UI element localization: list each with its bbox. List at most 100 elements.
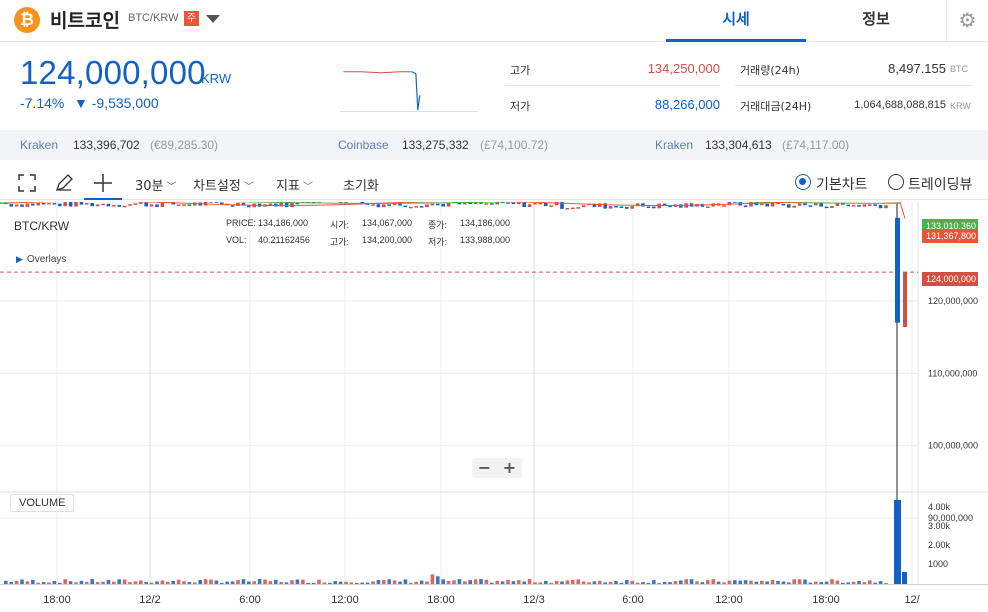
indicators-dropdown[interactable]: 지표 ﹀ — [276, 175, 313, 194]
time-axis-tick-label: 18:00 — [812, 594, 840, 606]
reset-button[interactable]: 초기화 — [343, 175, 379, 194]
volume-bar-down — [625, 580, 629, 584]
header: ₿ 비트코인 BTC/KRW 주 시세 정보 ⚙ — [0, 0, 988, 42]
volume-bar-up — [149, 582, 154, 584]
volume-bar-up — [268, 581, 273, 584]
volume-bar-up — [608, 581, 613, 584]
tab-quote[interactable]: 시세 — [666, 0, 806, 42]
radio-tradingview[interactable] — [888, 174, 904, 190]
candle-down — [376, 204, 381, 208]
volume-bar-down — [230, 581, 235, 584]
candle-down — [743, 205, 748, 208]
volume-bar-up — [392, 580, 397, 584]
candle-down — [230, 205, 235, 207]
volume-bar-down — [247, 581, 251, 584]
candle-up — [290, 202, 294, 208]
current-price-tag: 124,000,000 — [922, 272, 979, 286]
candle-up — [133, 203, 138, 205]
volume-bar-down — [781, 581, 786, 584]
ohlc-close-label: 종가: — [428, 220, 448, 230]
volume-bar-up — [635, 582, 640, 584]
chart-settings-dropdown[interactable]: 차트설정 ﹀ — [193, 175, 254, 194]
exchange-sub-price: (£74,100.72) — [480, 138, 549, 152]
overlays-toggle[interactable]: ▶ Overlays — [16, 254, 66, 265]
volume-bar-down — [803, 579, 807, 584]
candle-down — [9, 204, 13, 207]
candle-up — [160, 202, 165, 208]
candle-up — [598, 203, 602, 207]
candle-down — [544, 202, 548, 207]
chevron-down-icon[interactable] — [206, 15, 220, 23]
triangle-right-icon: ▶ — [16, 254, 23, 264]
candle-down — [846, 204, 850, 207]
volume-bar-down — [668, 582, 672, 584]
warning-badge: 주 — [184, 11, 199, 26]
candle-up — [706, 206, 710, 208]
candle-up — [884, 205, 888, 209]
fullscreen-icon[interactable] — [16, 172, 38, 194]
candle-up — [382, 204, 386, 208]
volume-bar-up — [112, 581, 116, 584]
volume-bar-up — [830, 579, 834, 584]
volume-bar-down — [117, 579, 121, 584]
time-axis-tick-label: 6:00 — [622, 594, 643, 606]
volume-bar-down — [171, 581, 175, 584]
candle-down — [765, 203, 769, 207]
volume-bar-down — [20, 579, 24, 584]
tradingview-label[interactable]: 트레이딩뷰 — [908, 174, 972, 194]
volume-bar-down — [490, 582, 494, 584]
volume-bar-up — [236, 580, 240, 584]
candle-up — [176, 204, 181, 206]
divider — [505, 85, 720, 86]
candle-down — [214, 202, 219, 203]
candle-down — [641, 203, 645, 207]
coin-pair: BTC/KRW — [128, 12, 179, 24]
candle-up — [112, 205, 116, 207]
candle-up — [36, 203, 40, 206]
candle-up — [608, 205, 613, 209]
candle-down — [31, 203, 35, 206]
volume-bar-up — [506, 579, 510, 584]
candle-up — [571, 207, 575, 210]
crosshair-tool[interactable] — [84, 166, 122, 200]
volume-bar-up — [85, 581, 89, 584]
exchange-price: 133,396,702 — [73, 138, 140, 152]
basic-chart-label[interactable]: 기본차트 — [816, 174, 868, 194]
volume-bar-up — [166, 581, 170, 584]
volume-bar-down — [441, 579, 445, 584]
candle-up — [565, 207, 570, 210]
volume-bar-up — [814, 581, 818, 584]
volume-bar-up — [527, 579, 532, 584]
volume-bar-up — [868, 580, 872, 584]
volume-bar-down — [603, 582, 607, 584]
zoom-in-button[interactable]: + — [497, 458, 522, 478]
volume-bar-down — [824, 581, 829, 584]
exchange-sub-price: (€89,285.30) — [150, 138, 219, 152]
candle-up — [727, 202, 732, 206]
zoom-out-button[interactable]: − — [472, 458, 497, 478]
volume-axis-tick-label: 4.00k — [928, 502, 951, 512]
candle-down — [652, 206, 656, 209]
candle-up — [506, 202, 510, 204]
coin-name: 비트코인 — [50, 10, 120, 32]
tab-info[interactable]: 정보 — [806, 0, 946, 42]
volume-bar-up — [673, 581, 678, 584]
low-value: 88,266,000 — [654, 97, 720, 112]
candle-up — [95, 204, 100, 207]
low-label: 저가 — [510, 100, 531, 113]
interval-label: 30분 — [135, 179, 164, 194]
chart-canvas[interactable]: 120,000,000110,000,000100,000,00090,000,… — [0, 202, 988, 612]
price-chart[interactable]: 120,000,000 110,000,000 100,000,000 90,000,… — [0, 202, 988, 612]
candle-down — [419, 206, 424, 208]
radio-basic-chart[interactable] — [795, 174, 811, 190]
candle-down — [20, 204, 24, 207]
volume-bar-up — [576, 579, 580, 584]
candle-down — [490, 203, 494, 205]
gear-icon[interactable]: ⚙ — [946, 0, 988, 42]
candle-down — [117, 205, 121, 207]
time-axis-tick-label: 18:00 — [427, 594, 455, 606]
volume-bar-down — [776, 580, 780, 584]
interval-dropdown[interactable]: 30분 ﹀ — [135, 175, 177, 194]
volume-bar-down — [311, 582, 316, 584]
pen-draw-icon[interactable] — [53, 172, 75, 194]
